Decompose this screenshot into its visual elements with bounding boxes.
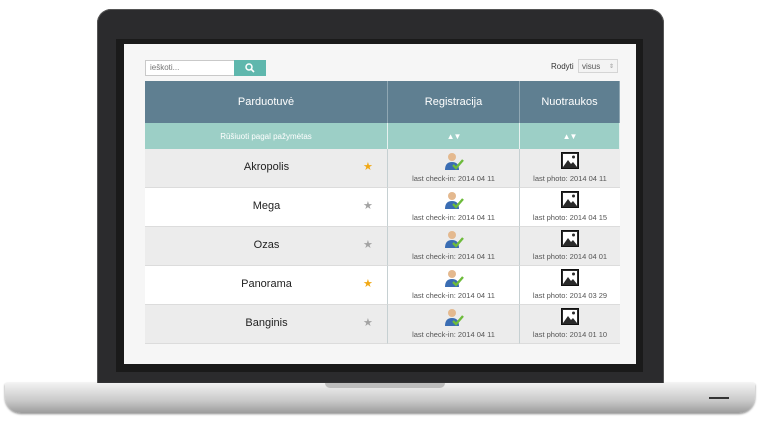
store-cell: Akropolis ★ xyxy=(145,149,388,188)
store-cell: Panorama ★ xyxy=(145,266,388,305)
filter-select[interactable]: visus ⇕ xyxy=(578,59,618,73)
user-check-icon[interactable] xyxy=(444,152,464,172)
column-header-store[interactable]: Parduotuvė xyxy=(145,81,388,123)
checkin-cell: last check-in: 2014 04 11 xyxy=(388,305,520,344)
select-arrows-icon: ⇕ xyxy=(608,64,614,70)
image-icon[interactable] xyxy=(561,308,579,325)
last-checkin-text: last check-in: 2014 04 11 xyxy=(412,330,495,339)
checkin-cell: last check-in: 2014 04 11 xyxy=(388,188,520,227)
search-input[interactable] xyxy=(145,60,237,76)
column-header-photos[interactable]: Nuotraukos xyxy=(520,81,620,123)
laptop-base-notch xyxy=(325,383,445,388)
sort-photos-button[interactable]: ▲▼ xyxy=(520,123,620,149)
image-icon[interactable] xyxy=(561,269,579,286)
photo-cell: last photo: 2014 01 10 xyxy=(520,305,620,344)
photo-cell: last photo: 2014 03 29 xyxy=(520,266,620,305)
user-check-icon[interactable] xyxy=(444,191,464,211)
image-icon[interactable] xyxy=(561,230,579,247)
search-icon xyxy=(245,63,255,73)
table-header-row: Parduotuvė Registracija Nuotraukos xyxy=(145,81,620,123)
last-photo-text: last photo: 2014 04 11 xyxy=(533,174,607,183)
laptop-base xyxy=(5,383,755,413)
photo-cell: last photo: 2014 04 15 xyxy=(520,188,620,227)
store-cell: Mega ★ xyxy=(145,188,388,227)
stores-table: Parduotuvė Registracija Nuotraukos Rūšiu… xyxy=(145,81,620,344)
checkin-cell: last check-in: 2014 04 11 xyxy=(388,266,520,305)
store-cell: Ozas ★ xyxy=(145,227,388,266)
last-photo-text: last photo: 2014 01 10 xyxy=(532,330,608,339)
table-row[interactable]: Banginis ★ last check-in: 2014 04 11 las… xyxy=(145,305,620,344)
last-checkin-text: last check-in: 2014 04 11 xyxy=(412,252,495,261)
table-row[interactable]: Panorama ★ last check-in: 2014 04 11 las… xyxy=(145,266,620,305)
last-checkin-text: last check-in: 2014 04 11 xyxy=(412,291,495,300)
photo-cell: last photo: 2014 04 11 xyxy=(520,149,620,188)
sort-by-favorites-button[interactable]: Rūšiuoti pagal pažymėtas xyxy=(145,123,388,149)
table-body: Akropolis ★ last check-in: 2014 04 11 la… xyxy=(145,149,620,344)
last-photo-text: last photo: 2014 03 29 xyxy=(532,291,608,300)
table-row[interactable]: Ozas ★ last check-in: 2014 04 11 last ph… xyxy=(145,227,620,266)
last-checkin-text: last check-in: 2014 04 11 xyxy=(412,174,495,183)
star-icon[interactable]: ★ xyxy=(363,160,373,173)
user-check-icon[interactable] xyxy=(444,308,464,328)
checkin-cell: last check-in: 2014 04 11 xyxy=(388,227,520,266)
image-icon[interactable] xyxy=(561,191,579,208)
star-icon[interactable]: ★ xyxy=(363,316,373,329)
last-checkin-text: last check-in: 2014 04 11 xyxy=(412,213,495,222)
user-check-icon[interactable] xyxy=(444,269,464,289)
star-icon[interactable]: ★ xyxy=(363,277,373,290)
star-icon[interactable]: ★ xyxy=(363,238,373,251)
checkin-cell: last check-in: 2014 04 11 xyxy=(388,149,520,188)
search-button[interactable] xyxy=(234,60,266,76)
filter-label: Rodyti xyxy=(551,62,574,71)
store-name[interactable]: Banginis xyxy=(145,317,388,329)
user-check-icon[interactable] xyxy=(444,230,464,250)
last-photo-text: last photo: 2014 04 15 xyxy=(532,213,608,222)
store-name[interactable]: Mega xyxy=(145,200,388,212)
table-row[interactable]: Mega ★ last check-in: 2014 04 11 last ph… xyxy=(145,188,620,227)
app-screen: Rodyti visus ⇕ Parduotuvė Registracija N… xyxy=(124,44,636,364)
star-icon[interactable]: ★ xyxy=(363,199,373,212)
sort-row: Rūšiuoti pagal pažymėtas ▲▼ ▲▼ xyxy=(145,123,620,149)
laptop-base-indicator xyxy=(709,397,729,399)
last-photo-text: last photo: 2014 04 01 xyxy=(532,252,608,261)
store-name[interactable]: Akropolis xyxy=(145,161,388,173)
column-header-registration[interactable]: Registracija xyxy=(388,81,520,123)
store-name[interactable]: Ozas xyxy=(145,239,388,251)
sort-arrows-icon: ▲▼ xyxy=(446,131,462,141)
photo-cell: last photo: 2014 04 01 xyxy=(520,227,620,266)
table-row[interactable]: Akropolis ★ last check-in: 2014 04 11 la… xyxy=(145,149,620,188)
store-name[interactable]: Panorama xyxy=(145,278,388,290)
filter-selected-value: visus xyxy=(582,62,601,71)
sort-registration-button[interactable]: ▲▼ xyxy=(388,123,520,149)
image-icon[interactable] xyxy=(561,152,579,169)
store-cell: Banginis ★ xyxy=(145,305,388,344)
sort-arrows-icon: ▲▼ xyxy=(562,131,578,141)
